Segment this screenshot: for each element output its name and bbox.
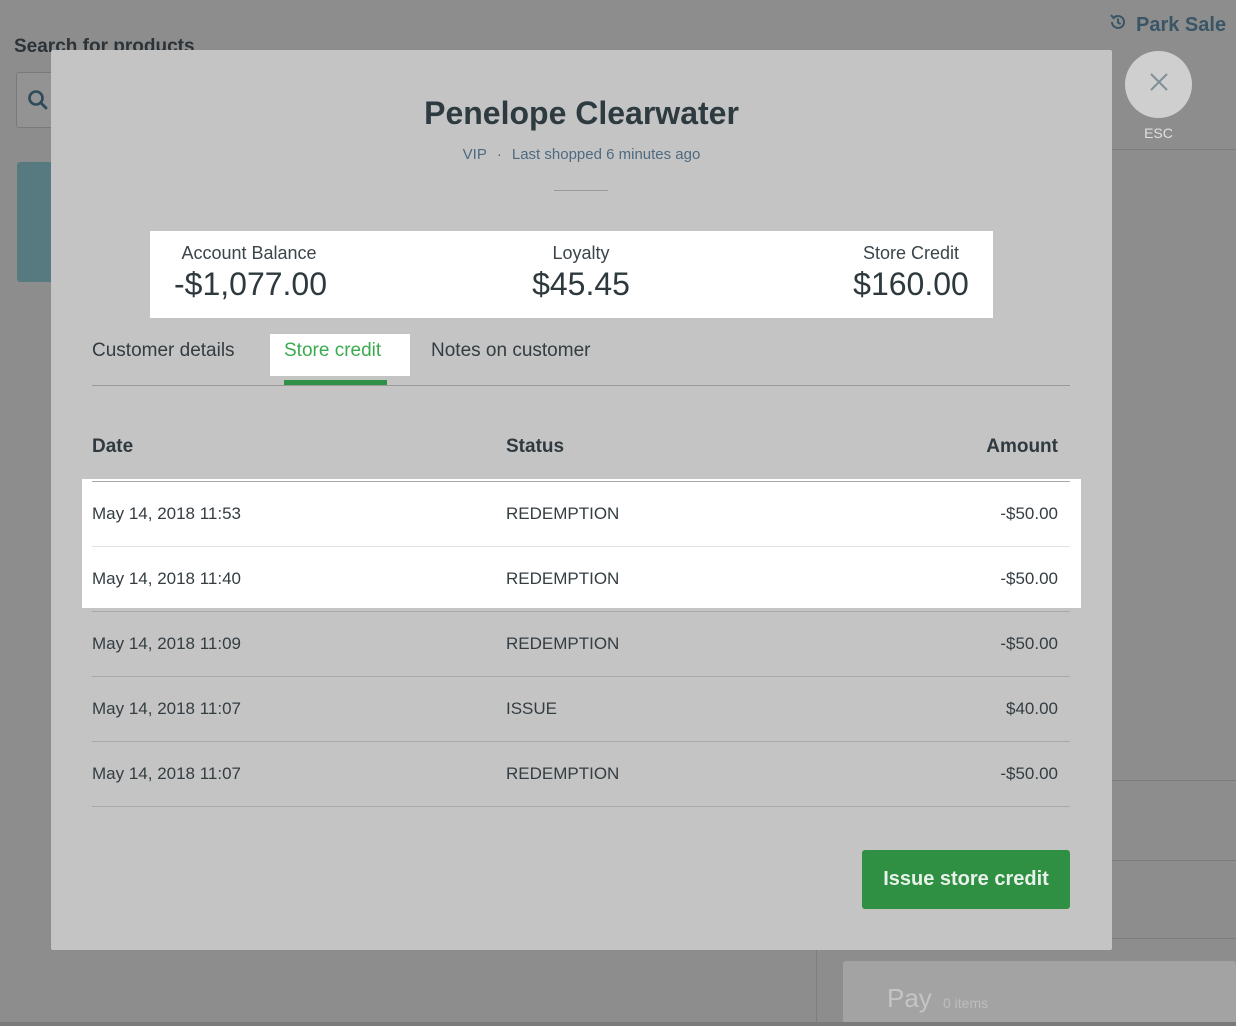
account-balance-label: Account Balance — [181, 243, 317, 263]
divider — [1112, 860, 1236, 861]
history-icon — [1108, 12, 1128, 38]
row-amount: -$50.00 — [1000, 569, 1058, 588]
customer-name: Penelope Clearwater — [424, 95, 739, 131]
sidebar-panel — [1112, 150, 1236, 780]
customer-tier-badge: VIP — [462, 146, 487, 163]
store-credit-stat: Store Credit $160.00 — [836, 243, 986, 303]
close-button[interactable] — [1125, 51, 1192, 118]
row-divider — [92, 546, 1070, 547]
row-divider — [92, 481, 1070, 482]
loyalty-value: $45.45 — [532, 266, 630, 302]
close-icon — [1148, 71, 1170, 98]
account-balance-stat: Account Balance -$1,077.00 — [174, 243, 328, 303]
park-sale-button[interactable]: Park Sale — [1108, 12, 1226, 38]
issue-store-credit-button[interactable]: Issue store credit — [862, 850, 1070, 909]
row-status: REDEMPTION — [506, 569, 620, 588]
row-date: May 14, 2018 11:40 — [92, 569, 242, 588]
account-balance-value: -$1,077.00 — [174, 266, 328, 302]
divider — [816, 950, 817, 1026]
store-credit-value: $160.00 — [853, 266, 969, 302]
pay-items-count: 0 items — [943, 995, 989, 1011]
tab-notes-on-customer[interactable]: Notes on customer — [431, 340, 590, 362]
header-divider — [554, 190, 608, 191]
row-amount: $40.00 — [1006, 699, 1058, 718]
row-status: REDEMPTION — [506, 504, 620, 523]
loyalty-label: Loyalty — [552, 243, 610, 263]
row-status: REDEMPTION — [506, 634, 620, 653]
row-status: REDEMPTION — [506, 764, 620, 783]
store-credit-label: Store Credit — [862, 243, 960, 263]
divider — [1112, 938, 1236, 939]
row-divider — [92, 741, 1070, 742]
row-date: May 14, 2018 11:09 — [92, 634, 242, 653]
bottom-strip — [0, 1022, 1236, 1026]
loyalty-stat: Loyalty $45.45 — [506, 243, 656, 303]
tab-store-credit[interactable]: Store credit — [284, 340, 381, 362]
row-date: May 14, 2018 11:53 — [92, 504, 242, 523]
row-amount: -$50.00 — [1000, 504, 1058, 523]
column-header-amount: Amount — [986, 436, 1058, 457]
row-amount: -$50.00 — [1000, 764, 1058, 783]
active-tab-indicator — [284, 380, 387, 385]
customer-meta: VIP · Last shopped 6 minutes ago — [51, 146, 1112, 163]
pay-label: Pay — [887, 983, 932, 1013]
column-header-status: Status — [506, 436, 565, 457]
tab-customer-details[interactable]: Customer details — [92, 340, 235, 362]
row-amount: -$50.00 — [1000, 634, 1058, 653]
park-sale-label: Park Sale — [1136, 13, 1227, 36]
row-divider — [92, 611, 1070, 612]
search-icon — [27, 89, 49, 116]
row-status: ISSUE — [506, 699, 558, 718]
column-header-date: Date — [92, 436, 134, 457]
esc-hint: ESC — [1144, 125, 1173, 141]
customer-tabs: Customer details Store credit Notes on c… — [92, 330, 1070, 386]
row-date: May 14, 2018 11:07 — [92, 764, 242, 783]
pay-button[interactable]: Pay 0 items — [843, 961, 1236, 1026]
row-divider — [92, 676, 1070, 677]
meta-separator: · — [496, 146, 502, 163]
last-shopped: Last shopped 6 minutes ago — [511, 146, 701, 163]
row-divider — [92, 806, 1070, 807]
row-date: May 14, 2018 11:07 — [92, 699, 242, 718]
customer-stats: Account Balance -$1,077.00 Loyalty $45.4… — [150, 231, 993, 318]
